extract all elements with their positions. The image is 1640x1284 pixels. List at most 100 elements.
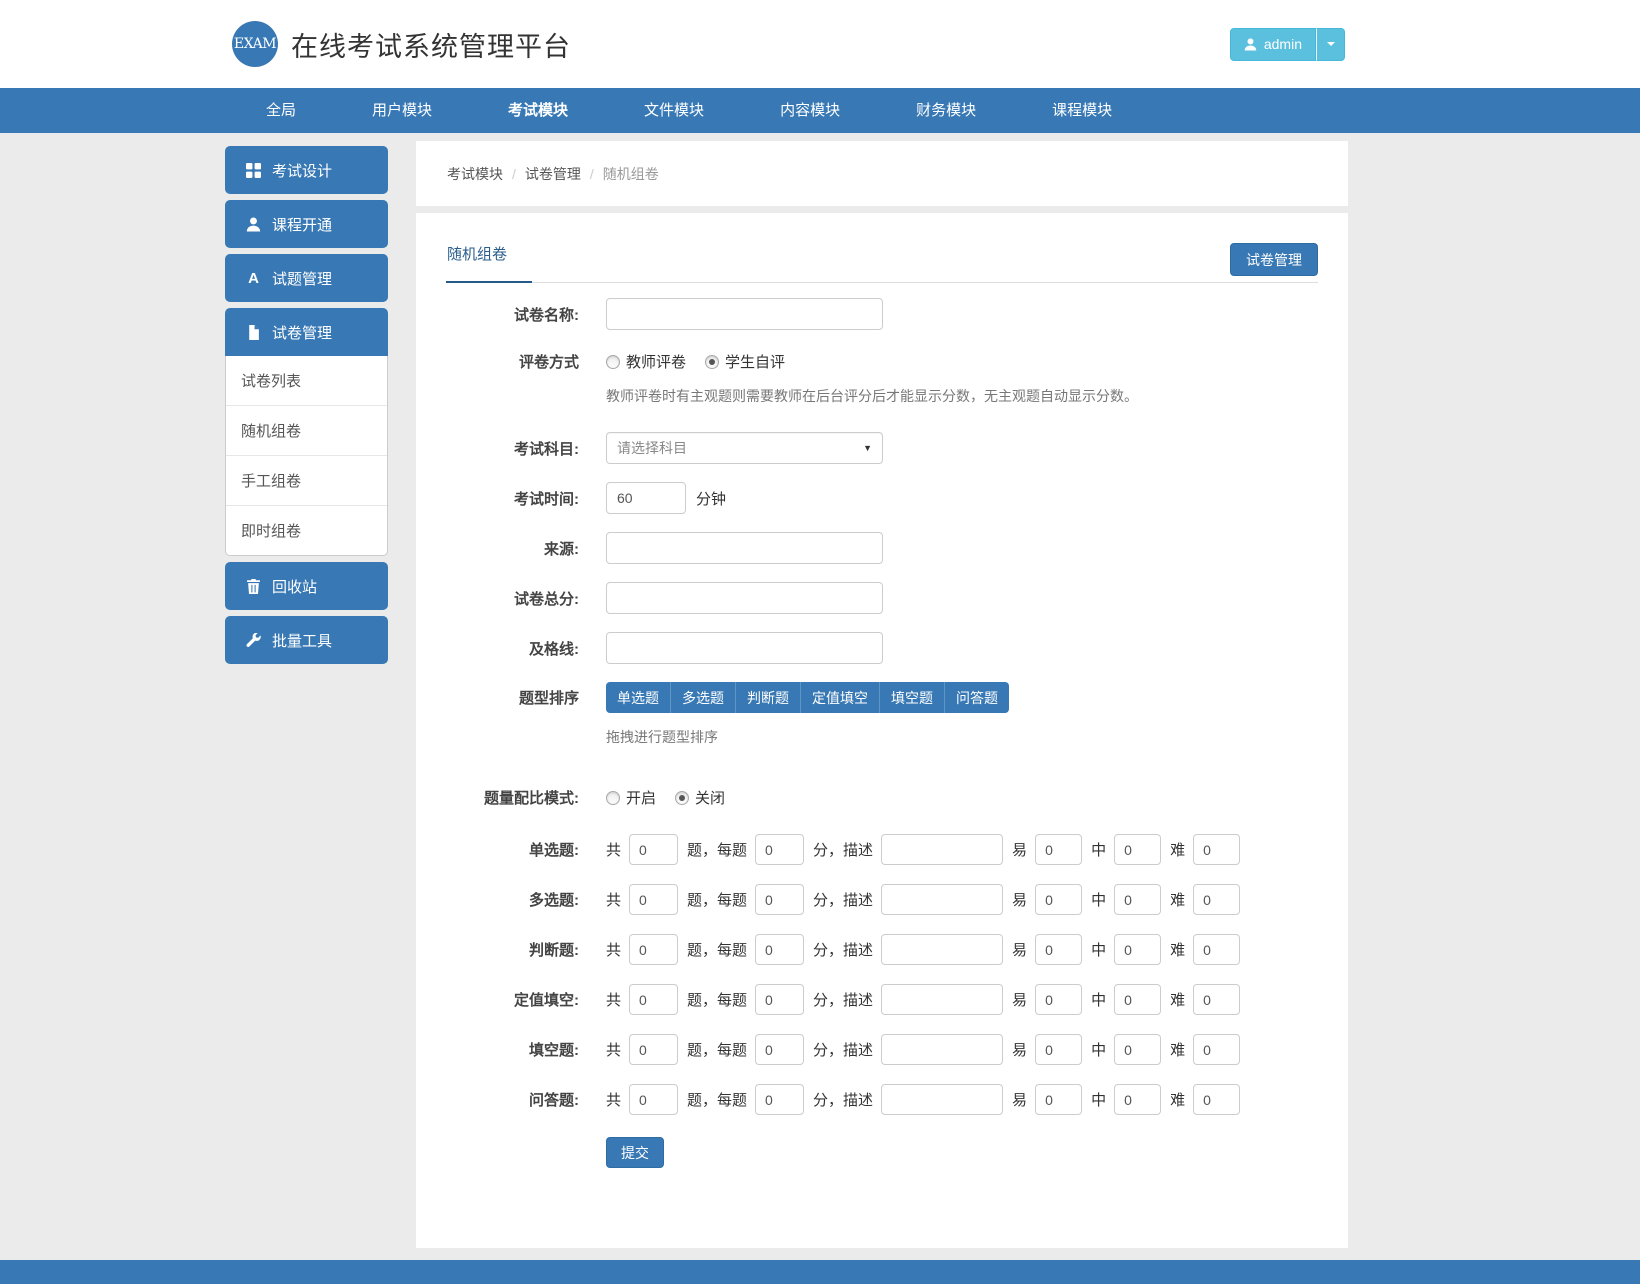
sidebar-item-question-manage[interactable]: A 试题管理 xyxy=(225,254,388,302)
order-btn-true-false[interactable]: 判断题 xyxy=(735,682,800,713)
breadcrumb-current: 随机组卷 xyxy=(603,164,659,184)
radio-ratio-on[interactable]: 开启 xyxy=(606,787,656,808)
type-order-row: 题型排序 单选题 多选题 判断题 定值填空 填空题 问答题 xyxy=(446,682,1318,713)
radio-student-self-grading[interactable]: 学生自评 xyxy=(705,351,785,372)
tab-random-paper[interactable]: 随机组卷 xyxy=(446,243,532,283)
radio-icon xyxy=(705,355,719,369)
desc-input[interactable] xyxy=(881,834,1003,865)
total-score-row: 试卷总分: xyxy=(446,582,1318,614)
nav-item-content-module[interactable]: 内容模块 xyxy=(749,88,871,133)
sidebar-item-recycle-bin[interactable]: 回收站 xyxy=(225,562,388,610)
paper-manage-button[interactable]: 试卷管理 xyxy=(1230,243,1318,276)
order-btn-multi-choice[interactable]: 多选题 xyxy=(670,682,735,713)
subject-select[interactable]: 请选择科目 ▼ xyxy=(606,432,883,464)
mid-input[interactable] xyxy=(1114,1084,1161,1115)
count-prefix: 共 xyxy=(606,1089,621,1110)
sidebar-item-batch-tools[interactable]: 批量工具 xyxy=(225,616,388,664)
hard-input[interactable] xyxy=(1193,984,1240,1015)
desc-input[interactable] xyxy=(881,984,1003,1015)
submenu-item-manual-paper[interactable]: 手工组卷 xyxy=(226,456,387,506)
mid-input[interactable] xyxy=(1114,934,1161,965)
score-input[interactable] xyxy=(755,884,804,915)
count-input[interactable] xyxy=(629,1084,678,1115)
desc-input[interactable] xyxy=(881,934,1003,965)
total-score-input[interactable] xyxy=(606,582,883,614)
nav-item-exam-module[interactable]: 考试模块 xyxy=(477,88,599,133)
nav-item-course-module[interactable]: 课程模块 xyxy=(1021,88,1143,133)
score-input[interactable] xyxy=(755,1034,804,1065)
desc-input[interactable] xyxy=(881,1034,1003,1065)
mid-text: 中 xyxy=(1091,989,1106,1010)
count-input[interactable] xyxy=(629,934,678,965)
order-btn-single-choice[interactable]: 单选题 xyxy=(606,682,670,713)
easy-input[interactable] xyxy=(1035,834,1082,865)
count-input[interactable] xyxy=(629,1034,678,1065)
order-btn-fixed-blank[interactable]: 定值填空 xyxy=(800,682,879,713)
count-prefix: 共 xyxy=(606,889,621,910)
main-area: 考试模块 / 试卷管理 / 随机组卷 随机组卷 试卷管理 试卷名称: 评卷方式 xyxy=(416,141,1348,1248)
source-input[interactable] xyxy=(606,532,883,564)
score-input[interactable] xyxy=(755,1084,804,1115)
user-icon xyxy=(246,217,261,232)
wrench-icon xyxy=(246,633,261,648)
sidebar-item-course-open[interactable]: 课程开通 xyxy=(225,200,388,248)
score-input[interactable] xyxy=(755,934,804,965)
hard-text: 难 xyxy=(1170,839,1185,860)
mid-input[interactable] xyxy=(1114,984,1161,1015)
hard-input[interactable] xyxy=(1193,1034,1240,1065)
nav-item-file-module[interactable]: 文件模块 xyxy=(613,88,735,133)
sidebar-item-paper-manage[interactable]: 试卷管理 xyxy=(225,308,388,356)
mid-input[interactable] xyxy=(1114,884,1161,915)
user-dropdown-button[interactable] xyxy=(1316,28,1345,61)
mid-text: 中 xyxy=(1091,839,1106,860)
brand: EXAM 在线考试系统管理平台 xyxy=(225,21,571,67)
easy-input[interactable] xyxy=(1035,1034,1082,1065)
order-btn-essay[interactable]: 问答题 xyxy=(944,682,1009,713)
desc-input[interactable] xyxy=(881,884,1003,915)
nav-item-global[interactable]: 全局 xyxy=(235,88,327,133)
source-label: 来源: xyxy=(446,538,579,559)
order-btn-fill-blank[interactable]: 填空题 xyxy=(879,682,944,713)
hard-input[interactable] xyxy=(1193,934,1240,965)
mid-input[interactable] xyxy=(1114,1034,1161,1065)
hard-input[interactable] xyxy=(1193,884,1240,915)
submenu-item-paper-list[interactable]: 试卷列表 xyxy=(226,356,387,406)
desc-text: 分，描述 xyxy=(813,839,873,860)
sidebar-item-label: 试卷管理 xyxy=(272,322,332,343)
radio-ratio-off[interactable]: 关闭 xyxy=(675,787,725,808)
desc-input[interactable] xyxy=(881,1084,1003,1115)
submenu-item-random-paper[interactable]: 随机组卷 xyxy=(226,406,387,456)
duration-input[interactable] xyxy=(606,482,686,514)
sidebar-item-exam-design[interactable]: 考试设计 xyxy=(225,146,388,194)
easy-input[interactable] xyxy=(1035,884,1082,915)
hard-input[interactable] xyxy=(1193,834,1240,865)
easy-input[interactable] xyxy=(1035,984,1082,1015)
sidebar-item-label: 试题管理 xyxy=(272,268,332,289)
count-input[interactable] xyxy=(629,834,678,865)
submenu-item-instant-paper[interactable]: 即时组卷 xyxy=(226,506,387,555)
score-input[interactable] xyxy=(755,984,804,1015)
easy-text: 易 xyxy=(1012,939,1027,960)
nav-item-finance-module[interactable]: 财务模块 xyxy=(885,88,1007,133)
breadcrumb-item-exam-module[interactable]: 考试模块 xyxy=(447,164,503,184)
score-input[interactable] xyxy=(755,834,804,865)
breadcrumb-item-paper-manage[interactable]: 试卷管理 xyxy=(525,164,581,184)
count-input[interactable] xyxy=(629,884,678,915)
easy-input[interactable] xyxy=(1035,934,1082,965)
footer xyxy=(0,1260,1640,1284)
radio-teacher-grading[interactable]: 教师评卷 xyxy=(606,351,686,372)
hard-input[interactable] xyxy=(1193,1084,1240,1115)
pass-line-label: 及格线: xyxy=(446,638,579,659)
user-button[interactable]: admin xyxy=(1230,28,1316,61)
per-question-text: 题，每题 xyxy=(687,1039,747,1060)
question-row-fixed-blank: 定值填空: 共 题，每题 分，描述 易 中 难 xyxy=(446,984,1318,1015)
submit-button[interactable]: 提交 xyxy=(606,1137,664,1168)
easy-input[interactable] xyxy=(1035,1084,1082,1115)
paper-name-input[interactable] xyxy=(606,298,883,330)
nav-item-user-module[interactable]: 用户模块 xyxy=(341,88,463,133)
mid-input[interactable] xyxy=(1114,834,1161,865)
count-input[interactable] xyxy=(629,984,678,1015)
pass-line-input[interactable] xyxy=(606,632,883,664)
sidebar-submenu: 试卷列表 随机组卷 手工组卷 即时组卷 xyxy=(225,356,388,556)
pass-line-row: 及格线: xyxy=(446,632,1318,664)
